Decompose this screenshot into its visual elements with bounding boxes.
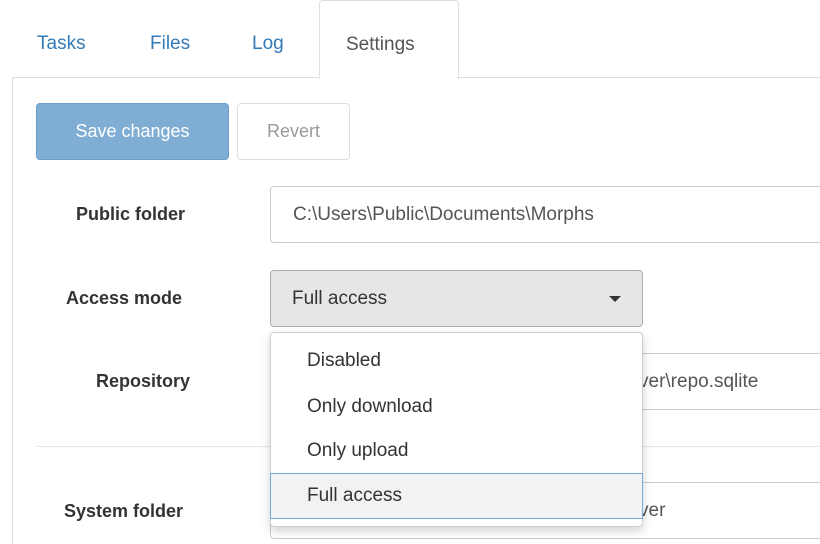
option-label: Disabled <box>307 350 381 371</box>
access-mode-option-only-upload[interactable]: Only upload <box>271 429 642 473</box>
public-folder-label: Public folder <box>76 204 186 224</box>
tab-settings-label: Settings <box>346 34 415 55</box>
access-mode-selected-value: Full access <box>292 288 388 309</box>
tab-bar: Tasks Files Log Settings <box>0 0 820 79</box>
access-mode-label: Access mode <box>66 288 183 308</box>
tab-tasks[interactable]: Tasks <box>37 0 107 78</box>
access-mode-option-full-access[interactable]: Full access <box>270 473 643 519</box>
access-mode-option-disabled[interactable]: Disabled <box>271 339 642 383</box>
panel-left-border <box>12 78 13 544</box>
access-mode-select[interactable]: Full access <box>270 270 643 327</box>
repository-value: ver\repo.sqlite <box>639 371 759 392</box>
public-folder-input[interactable]: C:\Users\Public\Documents\Morphs <box>270 186 820 243</box>
tab-log-label: Log <box>252 33 284 54</box>
option-label: Only download <box>307 396 433 417</box>
tab-files-label: Files <box>150 33 191 54</box>
access-mode-option-only-download[interactable]: Only download <box>271 385 642 429</box>
tab-settings[interactable]: Settings <box>319 0 459 79</box>
active-tab-gap <box>319 77 457 78</box>
tab-log[interactable]: Log <box>250 0 300 78</box>
option-label: Only upload <box>307 440 409 461</box>
tab-tasks-label: Tasks <box>37 33 86 54</box>
tab-files[interactable]: Files <box>148 0 208 78</box>
repository-label: Repository <box>96 371 191 391</box>
chevron-down-icon <box>609 296 621 302</box>
option-label: Full access <box>307 485 403 506</box>
access-mode-dropdown-menu: Disabled Only download Only upload Full … <box>270 332 643 527</box>
revert-button[interactable]: Revert <box>237 103 350 160</box>
save-changes-button[interactable]: Save changes <box>36 103 229 160</box>
system-folder-label: System folder <box>64 501 184 521</box>
